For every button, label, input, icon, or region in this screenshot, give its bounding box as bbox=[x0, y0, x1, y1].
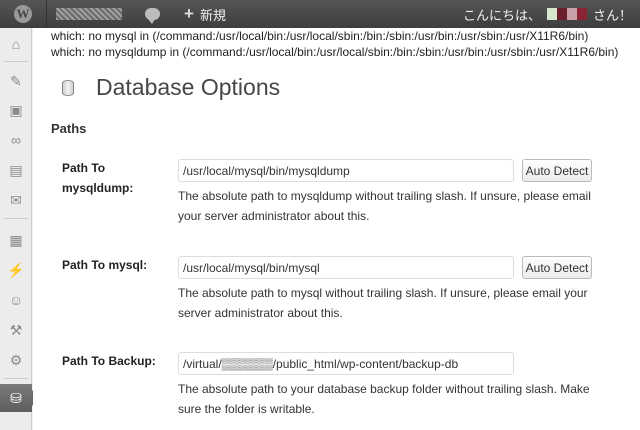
wordpress-logo-icon[interactable]: W bbox=[0, 0, 46, 28]
site-name-link[interactable] bbox=[56, 0, 130, 28]
sidebar-item-posts[interactable]: ✎ bbox=[0, 67, 32, 95]
appearance-icon: ▦ bbox=[9, 231, 23, 248]
new-content-label: 新規 bbox=[199, 7, 226, 23]
description-line: sure the folder is writable. bbox=[178, 402, 315, 416]
users-icon: ☺ bbox=[8, 292, 24, 308]
label-line: Path To bbox=[62, 161, 106, 175]
tools-icon: ⚒ bbox=[9, 321, 23, 338]
mysql-path-input[interactable] bbox=[178, 256, 514, 279]
sidebar-item-database[interactable]: ⛁ bbox=[0, 384, 40, 412]
backup-description: The absolute path to your database backu… bbox=[178, 379, 618, 419]
dashboard-icon: ⌂ bbox=[11, 36, 21, 52]
label-path-mysql: Path To mysql: bbox=[62, 258, 148, 272]
database-icon: ⛁ bbox=[10, 389, 22, 406]
mysql-description: The absolute path to mysql without trail… bbox=[178, 283, 618, 323]
sidebar-item-dashboard[interactable]: ⌂ bbox=[0, 30, 32, 58]
sidebar-item-tools[interactable]: ⚒ bbox=[0, 316, 32, 344]
account-menu[interactable]: こんにちは、 さん！ bbox=[463, 0, 632, 28]
settings-icon: ⚙ bbox=[9, 351, 23, 368]
new-content-menu[interactable]: + 新規 bbox=[184, 0, 226, 28]
sidebar-item-users[interactable]: ☺ bbox=[0, 286, 32, 314]
mysqldump-description: The absolute path to mysqldump without t… bbox=[178, 186, 618, 226]
database-icon bbox=[62, 80, 74, 96]
admin-bar: W + 新規 こんにちは、 さん！ bbox=[0, 0, 640, 28]
description-line: server administrator about this. bbox=[178, 306, 343, 320]
sidebar-item-settings[interactable]: ⚙ bbox=[0, 346, 32, 374]
howdy-prefix: こんにちは、 bbox=[462, 7, 541, 23]
redacted-site-name bbox=[56, 8, 122, 20]
label-line: mysqldump: bbox=[62, 181, 134, 195]
pages-icon: ▤ bbox=[9, 161, 23, 178]
sidebar-item-plugins[interactable]: ⚡ bbox=[0, 256, 32, 284]
plugins-icon: ⚡ bbox=[7, 261, 25, 278]
howdy-suffix: さん！ bbox=[592, 7, 632, 23]
sidebar-item-links[interactable]: ∞ bbox=[0, 126, 32, 154]
admin-sidebar: ⌂ ✎ ▣ ∞ ▤ ✉ ▦ ⚡ ☺ ⚒ ⚙ ⛁ bbox=[0, 28, 40, 430]
description-line: The absolute path to mysqldump without t… bbox=[178, 189, 591, 203]
mysqldump-path-input[interactable] bbox=[178, 159, 514, 182]
description-line: The absolute path to mysql without trail… bbox=[178, 286, 588, 300]
label-path-backup: Path To Backup: bbox=[62, 354, 156, 368]
menu-separator bbox=[4, 218, 28, 219]
posts-icon: ✎ bbox=[10, 72, 22, 89]
adminbar-divider bbox=[46, 0, 47, 28]
main-content: which: no mysql in (/command:/usr/local/… bbox=[33, 28, 640, 430]
mysqldump-auto-detect-button[interactable]: Auto Detect bbox=[522, 159, 592, 182]
menu-separator bbox=[4, 61, 28, 62]
warning-mysqldump: which: no mysqldump in (/command:/usr/lo… bbox=[51, 45, 619, 59]
mysql-auto-detect-button[interactable]: Auto Detect bbox=[522, 256, 592, 279]
sidebar-item-media[interactable]: ▣ bbox=[0, 96, 32, 124]
menu-separator bbox=[4, 378, 28, 379]
sidebar-item-appearance[interactable]: ▦ bbox=[0, 226, 32, 254]
media-icon: ▣ bbox=[9, 101, 23, 118]
section-heading-paths: Paths bbox=[51, 121, 87, 136]
comments-icon[interactable] bbox=[141, 0, 163, 28]
links-icon: ∞ bbox=[11, 132, 21, 148]
comments-icon: ✉ bbox=[10, 191, 22, 208]
description-line: The absolute path to your database backu… bbox=[178, 382, 590, 396]
avatar bbox=[546, 8, 587, 20]
page-title: Database Options bbox=[96, 74, 281, 100]
warning-mysql: which: no mysql in (/command:/usr/local/… bbox=[51, 29, 589, 43]
description-line: your server administrator about this. bbox=[178, 209, 370, 223]
plus-icon: + bbox=[184, 4, 194, 23]
sidebar-item-comments[interactable]: ✉ bbox=[0, 186, 32, 214]
backup-path-input[interactable] bbox=[178, 352, 514, 375]
sidebar-item-pages[interactable]: ▤ bbox=[0, 156, 32, 184]
label-path-mysqldump: Path To mysqldump: bbox=[62, 158, 172, 198]
